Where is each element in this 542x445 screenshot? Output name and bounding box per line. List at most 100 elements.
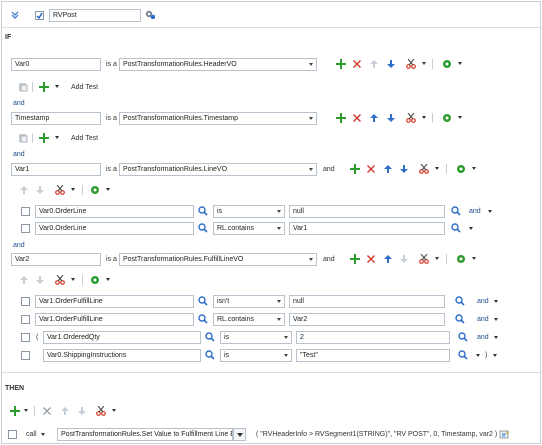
gear-menu-caret[interactable] bbox=[471, 165, 478, 172]
test-select-checkbox[interactable] bbox=[21, 315, 30, 324]
add-test-menu-caret[interactable] bbox=[54, 134, 61, 141]
test-left-operand[interactable]: Var0.ShippingInstructions bbox=[43, 349, 201, 362]
gear-icon[interactable] bbox=[90, 275, 100, 285]
add-test-icon[interactable] bbox=[39, 82, 49, 92]
move-down-icon[interactable] bbox=[399, 164, 409, 174]
search-icon[interactable] bbox=[451, 223, 461, 233]
test-left-operand[interactable]: Var0.OrderLine bbox=[35, 205, 194, 218]
fact-type-select[interactable]: PostTransformationRules.FulfillLineVO bbox=[119, 253, 317, 266]
cut-icon[interactable] bbox=[419, 254, 429, 264]
gear-menu-caret[interactable] bbox=[457, 60, 464, 67]
test-join-caret[interactable] bbox=[487, 208, 494, 215]
test-join-and[interactable]: and bbox=[477, 315, 489, 324]
test-right-operand[interactable]: null bbox=[289, 295, 445, 308]
rule-settings-icon[interactable] bbox=[145, 9, 155, 19]
test-operator-select[interactable]: isn't bbox=[213, 295, 285, 308]
search-icon[interactable] bbox=[205, 350, 215, 360]
move-down-icon[interactable] bbox=[386, 113, 396, 123]
paste-icon[interactable] bbox=[18, 133, 28, 143]
cut-menu-caret[interactable] bbox=[434, 165, 441, 172]
delete-icon[interactable] bbox=[352, 113, 362, 123]
add-test-label[interactable]: Add Test bbox=[71, 134, 98, 143]
test-left-operand[interactable]: Var0.OrderLine bbox=[35, 222, 194, 235]
add-test-icon[interactable] bbox=[39, 133, 49, 143]
close-paren-caret[interactable] bbox=[492, 352, 499, 359]
move-up-icon[interactable] bbox=[369, 59, 379, 69]
test-select-checkbox[interactable] bbox=[21, 224, 30, 233]
cut-menu-caret[interactable] bbox=[111, 407, 118, 414]
search-icon[interactable] bbox=[205, 332, 215, 342]
fact-var-input[interactable]: Var0 bbox=[11, 58, 101, 71]
gear-icon[interactable] bbox=[442, 59, 452, 69]
collapse-toggle-icon[interactable] bbox=[11, 11, 19, 19]
rule-name-input[interactable]: RVPost bbox=[49, 9, 141, 22]
test-join-caret[interactable] bbox=[475, 352, 482, 359]
add-action-caret[interactable] bbox=[23, 407, 30, 414]
search-icon[interactable] bbox=[458, 350, 468, 360]
test-join-caret[interactable] bbox=[468, 225, 475, 232]
test-right-operand[interactable]: Var2 bbox=[289, 313, 445, 326]
move-down-icon[interactable] bbox=[35, 275, 45, 285]
move-down-icon[interactable] bbox=[386, 59, 396, 69]
action-kind-caret[interactable] bbox=[40, 431, 47, 438]
action-kind-label[interactable]: call bbox=[26, 430, 37, 439]
cut-icon[interactable] bbox=[406, 113, 416, 123]
search-icon[interactable] bbox=[451, 206, 461, 216]
gear-icon[interactable] bbox=[442, 113, 452, 123]
search-icon[interactable] bbox=[198, 206, 208, 216]
test-operator-select[interactable]: RL.contains bbox=[213, 222, 285, 235]
test-right-operand[interactable]: Var1 bbox=[289, 222, 445, 235]
paste-icon[interactable] bbox=[18, 82, 28, 92]
cut-menu-caret[interactable] bbox=[70, 276, 77, 283]
search-icon[interactable] bbox=[198, 223, 208, 233]
add-icon[interactable] bbox=[336, 59, 346, 69]
gear-icon[interactable] bbox=[456, 254, 466, 264]
delete-icon[interactable] bbox=[352, 59, 362, 69]
cut-menu-caret[interactable] bbox=[421, 114, 428, 121]
test-join-caret[interactable] bbox=[493, 334, 500, 341]
move-up-icon[interactable] bbox=[60, 406, 70, 416]
cut-menu-caret[interactable] bbox=[70, 186, 77, 193]
search-icon[interactable] bbox=[198, 296, 208, 306]
move-down-icon[interactable] bbox=[77, 406, 87, 416]
test-left-operand[interactable]: Var1.OrderedQty bbox=[43, 331, 201, 344]
gear-menu-caret[interactable] bbox=[471, 255, 478, 262]
expression-builder-icon[interactable] bbox=[499, 429, 509, 439]
test-left-operand[interactable]: Var1.OrderFulfillLine bbox=[35, 313, 194, 326]
action-arguments[interactable]: ( "RVHeaderInfo > RVSegment1(STRING)", "… bbox=[256, 430, 497, 439]
test-join-caret[interactable] bbox=[493, 298, 500, 305]
test-right-operand[interactable]: 2 bbox=[296, 331, 450, 344]
test-operator-select[interactable]: RL.contains bbox=[213, 313, 285, 326]
test-select-checkbox[interactable] bbox=[21, 297, 30, 306]
add-icon[interactable] bbox=[350, 164, 360, 174]
move-up-icon[interactable] bbox=[19, 185, 29, 195]
test-operator-select[interactable]: is bbox=[213, 205, 285, 218]
test-join-and[interactable]: and bbox=[469, 207, 481, 216]
test-join-caret[interactable] bbox=[493, 316, 500, 323]
fact-type-select[interactable]: PostTransformationRules.HeaderVO bbox=[119, 58, 317, 71]
test-select-checkbox[interactable] bbox=[21, 207, 30, 216]
action-function-select[interactable]: PostTransformationRules.Set Value to Ful… bbox=[57, 428, 233, 441]
test-select-checkbox[interactable] bbox=[21, 351, 30, 360]
test-join-and[interactable]: and bbox=[477, 297, 489, 306]
join-and-label[interactable]: and bbox=[13, 241, 25, 250]
move-down-icon[interactable] bbox=[35, 185, 45, 195]
test-right-operand[interactable]: "Test" bbox=[296, 349, 450, 362]
gear-menu-caret[interactable] bbox=[105, 276, 112, 283]
search-icon[interactable] bbox=[198, 314, 208, 324]
close-paren[interactable]: ) bbox=[485, 351, 487, 360]
cut-icon[interactable] bbox=[96, 406, 106, 416]
search-icon[interactable] bbox=[455, 314, 465, 324]
move-up-icon[interactable] bbox=[383, 164, 393, 174]
fact-type-select[interactable]: PostTransformationRules.Timestamp bbox=[119, 112, 317, 125]
add-icon[interactable] bbox=[350, 254, 360, 264]
test-select-checkbox[interactable] bbox=[21, 333, 30, 342]
fact-var-input[interactable]: Timestamp bbox=[11, 112, 101, 125]
cut-icon[interactable] bbox=[419, 164, 429, 174]
search-icon[interactable] bbox=[455, 296, 465, 306]
add-test-menu-caret[interactable] bbox=[54, 83, 61, 90]
test-left-operand[interactable]: Var1.OrderFulfillLine bbox=[35, 295, 194, 308]
open-paren[interactable]: ( bbox=[36, 333, 38, 342]
move-up-icon[interactable] bbox=[19, 275, 29, 285]
cut-icon[interactable] bbox=[55, 185, 65, 195]
